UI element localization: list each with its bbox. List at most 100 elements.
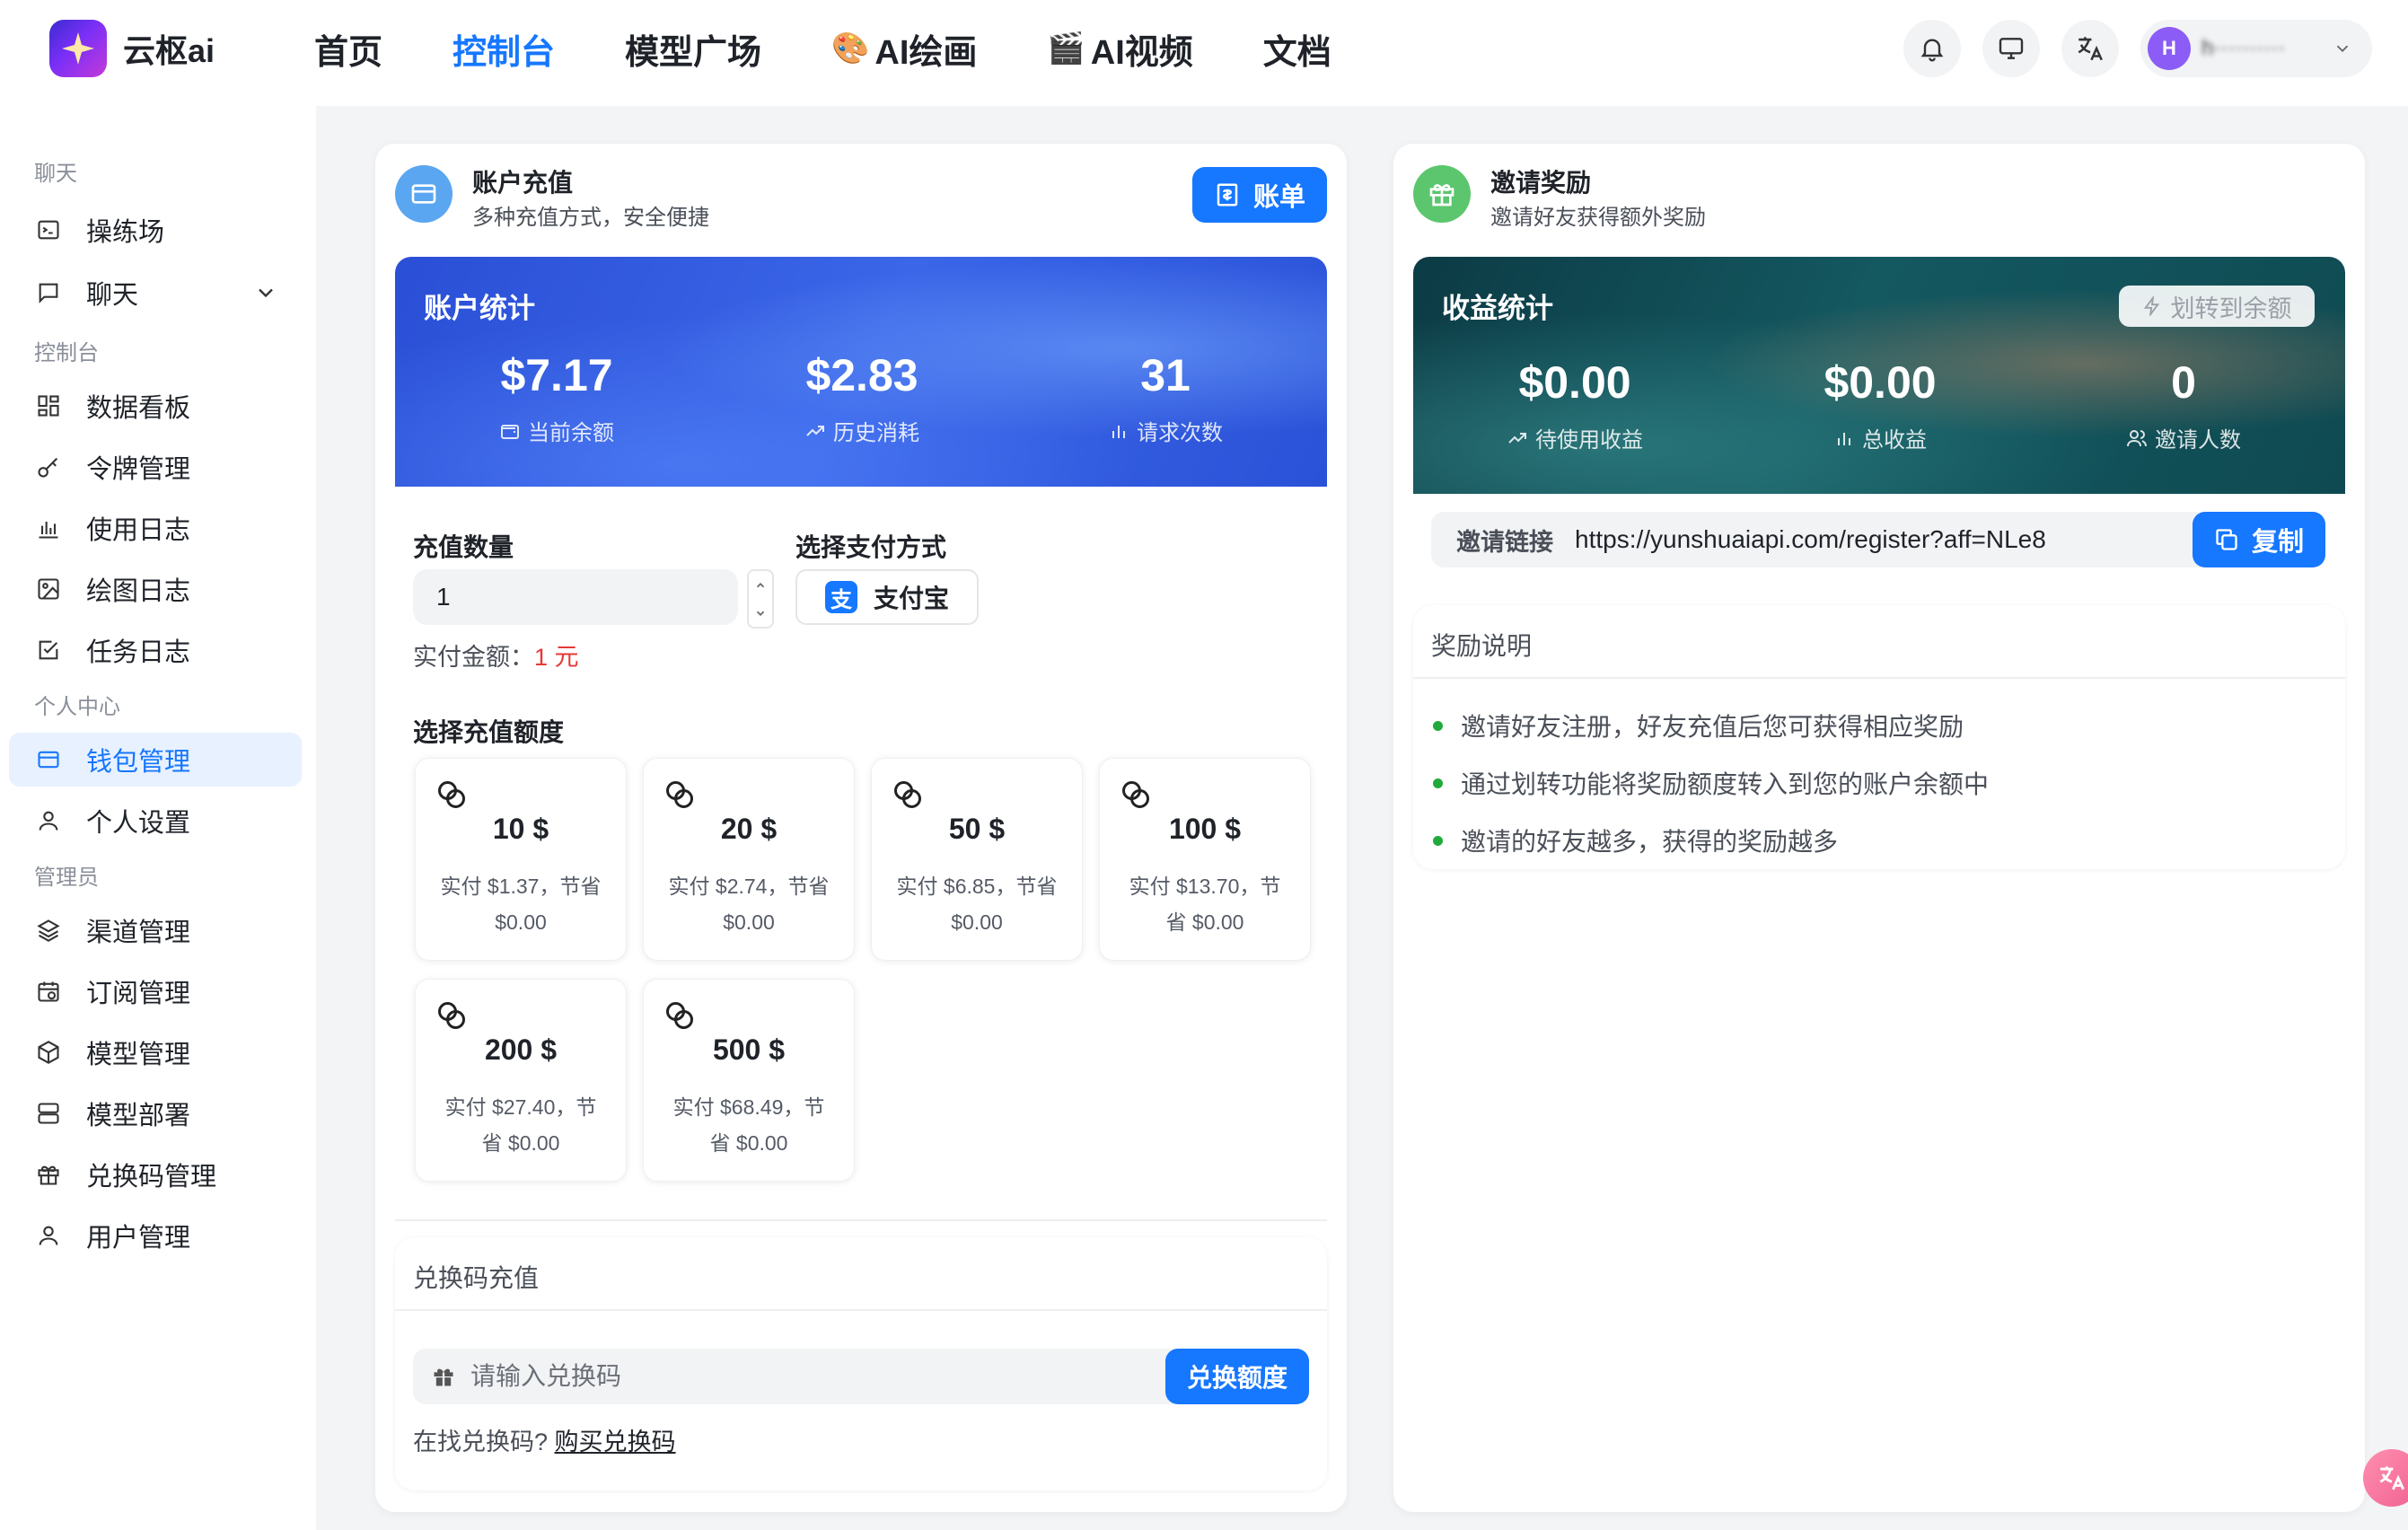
stat-pending: $0.00 待使用收益	[1440, 356, 1709, 453]
amount-option[interactable]: 500 $ 实付 $68.49，节省 $0.00	[643, 979, 855, 1182]
nav-docs[interactable]: 文档	[1263, 24, 1331, 74]
language-button[interactable]	[2061, 20, 2119, 77]
top-navbar: 云枢ai 首页 控制台 模型广场 🎨 AI绘画 🎬 AI视频 文档 H h···…	[0, 0, 2408, 106]
user-icon	[34, 1221, 63, 1250]
sidebar-item-task-log[interactable]: 任务日志	[9, 623, 302, 677]
checkbox-icon	[34, 636, 63, 664]
sidebar-item-dashboard[interactable]: 数据看板	[9, 379, 302, 433]
chevron-down-icon[interactable]	[754, 607, 767, 620]
redeem-button[interactable]: 兑换额度	[1165, 1349, 1309, 1404]
redeem-card: 兑换码充值 兑换额度 在找兑换码? 购买兑换码	[395, 1237, 1327, 1490]
card-icon-wrap	[395, 165, 453, 223]
receipt-icon	[1217, 183, 1238, 207]
redeem-title: 兑换码充值	[413, 1264, 540, 1292]
invitees-label-row: 邀请人数	[2049, 422, 2318, 453]
buy-redeem-link[interactable]: 购买兑换码	[555, 1429, 676, 1455]
sidebar-item-usage-log[interactable]: 使用日志	[9, 501, 302, 555]
sidebar-item-chat[interactable]: 聊天	[9, 266, 302, 320]
amount-desc: 实付 $1.37，节省 $0.00	[440, 875, 602, 934]
amount-desc: 实付 $27.40，节省 $0.00	[444, 1095, 597, 1155]
message-icon	[34, 278, 63, 307]
rules-title: 奖励说明	[1431, 632, 1533, 660]
invite-card: 邀请奖励 邀请好友获得额外奖励 收益统计 划转到余额 $0.00 待使用收益 $…	[1393, 144, 2365, 1512]
user-menu[interactable]: H h··········	[2140, 20, 2372, 77]
sidebar-item-users[interactable]: 用户管理	[9, 1209, 302, 1262]
sidebar-item-playground[interactable]: 操练场	[9, 203, 302, 257]
theme-button[interactable]	[1982, 20, 2040, 77]
transfer-label: 划转到余额	[2170, 295, 2292, 322]
sidebar-item-label: 任务日志	[86, 638, 191, 667]
invite-link-row: 邀请链接 https://yunshuaiapi.com/register?af…	[1431, 512, 2320, 567]
sidebar-item-wallet[interactable]: 钱包管理	[9, 733, 302, 787]
sidebar-item-redeem-mgmt[interactable]: 兑换码管理	[9, 1148, 302, 1201]
bill-button[interactable]: 账单	[1192, 167, 1327, 223]
logo[interactable]: 云枢ai	[49, 20, 215, 77]
rule-text: 邀请的好友越多，获得的奖励越多	[1461, 828, 1839, 856]
quantity-stepper[interactable]	[747, 569, 774, 629]
bullet-dot	[1433, 720, 1443, 731]
amount-option[interactable]: 10 $ 实付 $1.37，节省 $0.00	[415, 758, 627, 961]
bar-chart-icon	[1838, 432, 1850, 445]
sidebar-item-label: 操练场	[86, 218, 165, 247]
rules-list: 邀请好友注册，好友充值后您可获得相应奖励 通过划转功能将奖励额度转入到您的账户余…	[1433, 697, 1989, 869]
sidebar-item-label: 模型部署	[86, 1102, 191, 1130]
requests-label-row: 请求次数	[1031, 415, 1300, 446]
nav-models[interactable]: 模型广场	[625, 24, 761, 74]
amount-value: 500 $	[712, 1033, 786, 1066]
amount-option[interactable]: 200 $ 实付 $27.40，节省 $0.00	[415, 979, 627, 1182]
floating-translate-button[interactable]	[2363, 1449, 2408, 1507]
sidebar-item-draw-log[interactable]: 绘图日志	[9, 562, 302, 616]
total-value: $0.00	[1824, 357, 1937, 408]
sidebar-item-channels[interactable]: 渠道管理	[9, 903, 302, 957]
consumed-label: 历史消耗	[833, 421, 919, 445]
list-item: 邀请好友注册，好友充值后您可获得相应奖励	[1433, 697, 1989, 754]
quantity-input[interactable]	[413, 569, 738, 625]
gift-icon	[34, 1160, 63, 1189]
image-icon	[34, 575, 63, 603]
rules-divider	[1413, 677, 2345, 679]
amount-value: 50 $	[948, 813, 1006, 845]
balance-label: 当前余额	[528, 421, 614, 445]
sidebar-item-label: 使用日志	[86, 516, 191, 545]
sidebar-item-deploy[interactable]: 模型部署	[9, 1086, 302, 1140]
nav-ai-video-label: AI视频	[1090, 33, 1193, 72]
redeem-input[interactable]	[470, 1362, 1099, 1391]
pay-amount: 实付金额：1 元	[413, 638, 579, 673]
sidebar-item-subscriptions[interactable]: 订阅管理	[9, 964, 302, 1018]
balance-value: $7.17	[500, 350, 613, 400]
copy-button[interactable]: 复制	[2193, 512, 2325, 567]
amount-value: 100 $	[1168, 813, 1242, 845]
nav-console[interactable]: 控制台	[453, 24, 555, 74]
amount-desc: 实付 $2.74，节省 $0.00	[668, 875, 830, 934]
chevron-down-icon[interactable]	[253, 280, 278, 305]
amount-option[interactable]: 20 $ 实付 $2.74，节省 $0.00	[643, 758, 855, 961]
notifications-button[interactable]	[1903, 20, 1961, 77]
balance-label-row: 当前余额	[422, 415, 691, 446]
amount-option[interactable]: 100 $ 实付 $13.70，节省 $0.00	[1099, 758, 1311, 961]
invite-link-url[interactable]: https://yunshuaiapi.com/register?aff=NLe…	[1575, 525, 2046, 554]
sidebar-item-model-mgmt[interactable]: 模型管理	[9, 1025, 302, 1079]
stats-title: 账户统计	[424, 293, 535, 324]
invite-subtitle: 邀请好友获得额外奖励	[1490, 206, 1706, 230]
sidebar-item-tokens[interactable]: 令牌管理	[9, 440, 302, 494]
credit-card-icon	[34, 745, 63, 774]
amount-desc: 实付 $13.70，节省 $0.00	[1129, 875, 1281, 934]
sidebar-item-settings[interactable]: 个人设置	[9, 794, 302, 848]
box-icon	[34, 1038, 63, 1067]
user-name: h··········	[2201, 36, 2286, 60]
nav-ai-video[interactable]: 🎬 AI视频	[1047, 24, 1192, 74]
amount-desc: 实付 $6.85，节省 $0.00	[896, 875, 1058, 934]
user-icon	[34, 806, 63, 835]
alipay-icon: 支	[824, 581, 857, 613]
transfer-to-balance-button[interactable]: 划转到余额	[2119, 286, 2315, 327]
monitor-icon	[1999, 38, 2024, 59]
trending-up-icon	[1508, 432, 1526, 444]
pending-value: $0.00	[1518, 357, 1631, 408]
chevron-up-icon[interactable]	[754, 579, 767, 592]
nav-home[interactable]: 首页	[314, 24, 382, 74]
alipay-button[interactable]: 支 支付宝	[795, 569, 979, 625]
nav-ai-paint[interactable]: 🎨 AI绘画	[831, 24, 977, 74]
amount-option[interactable]: 50 $ 实付 $6.85，节省 $0.00	[871, 758, 1083, 961]
top-actions: H h··········	[1882, 20, 2372, 77]
redeem-input-wrap[interactable]	[413, 1349, 1185, 1404]
